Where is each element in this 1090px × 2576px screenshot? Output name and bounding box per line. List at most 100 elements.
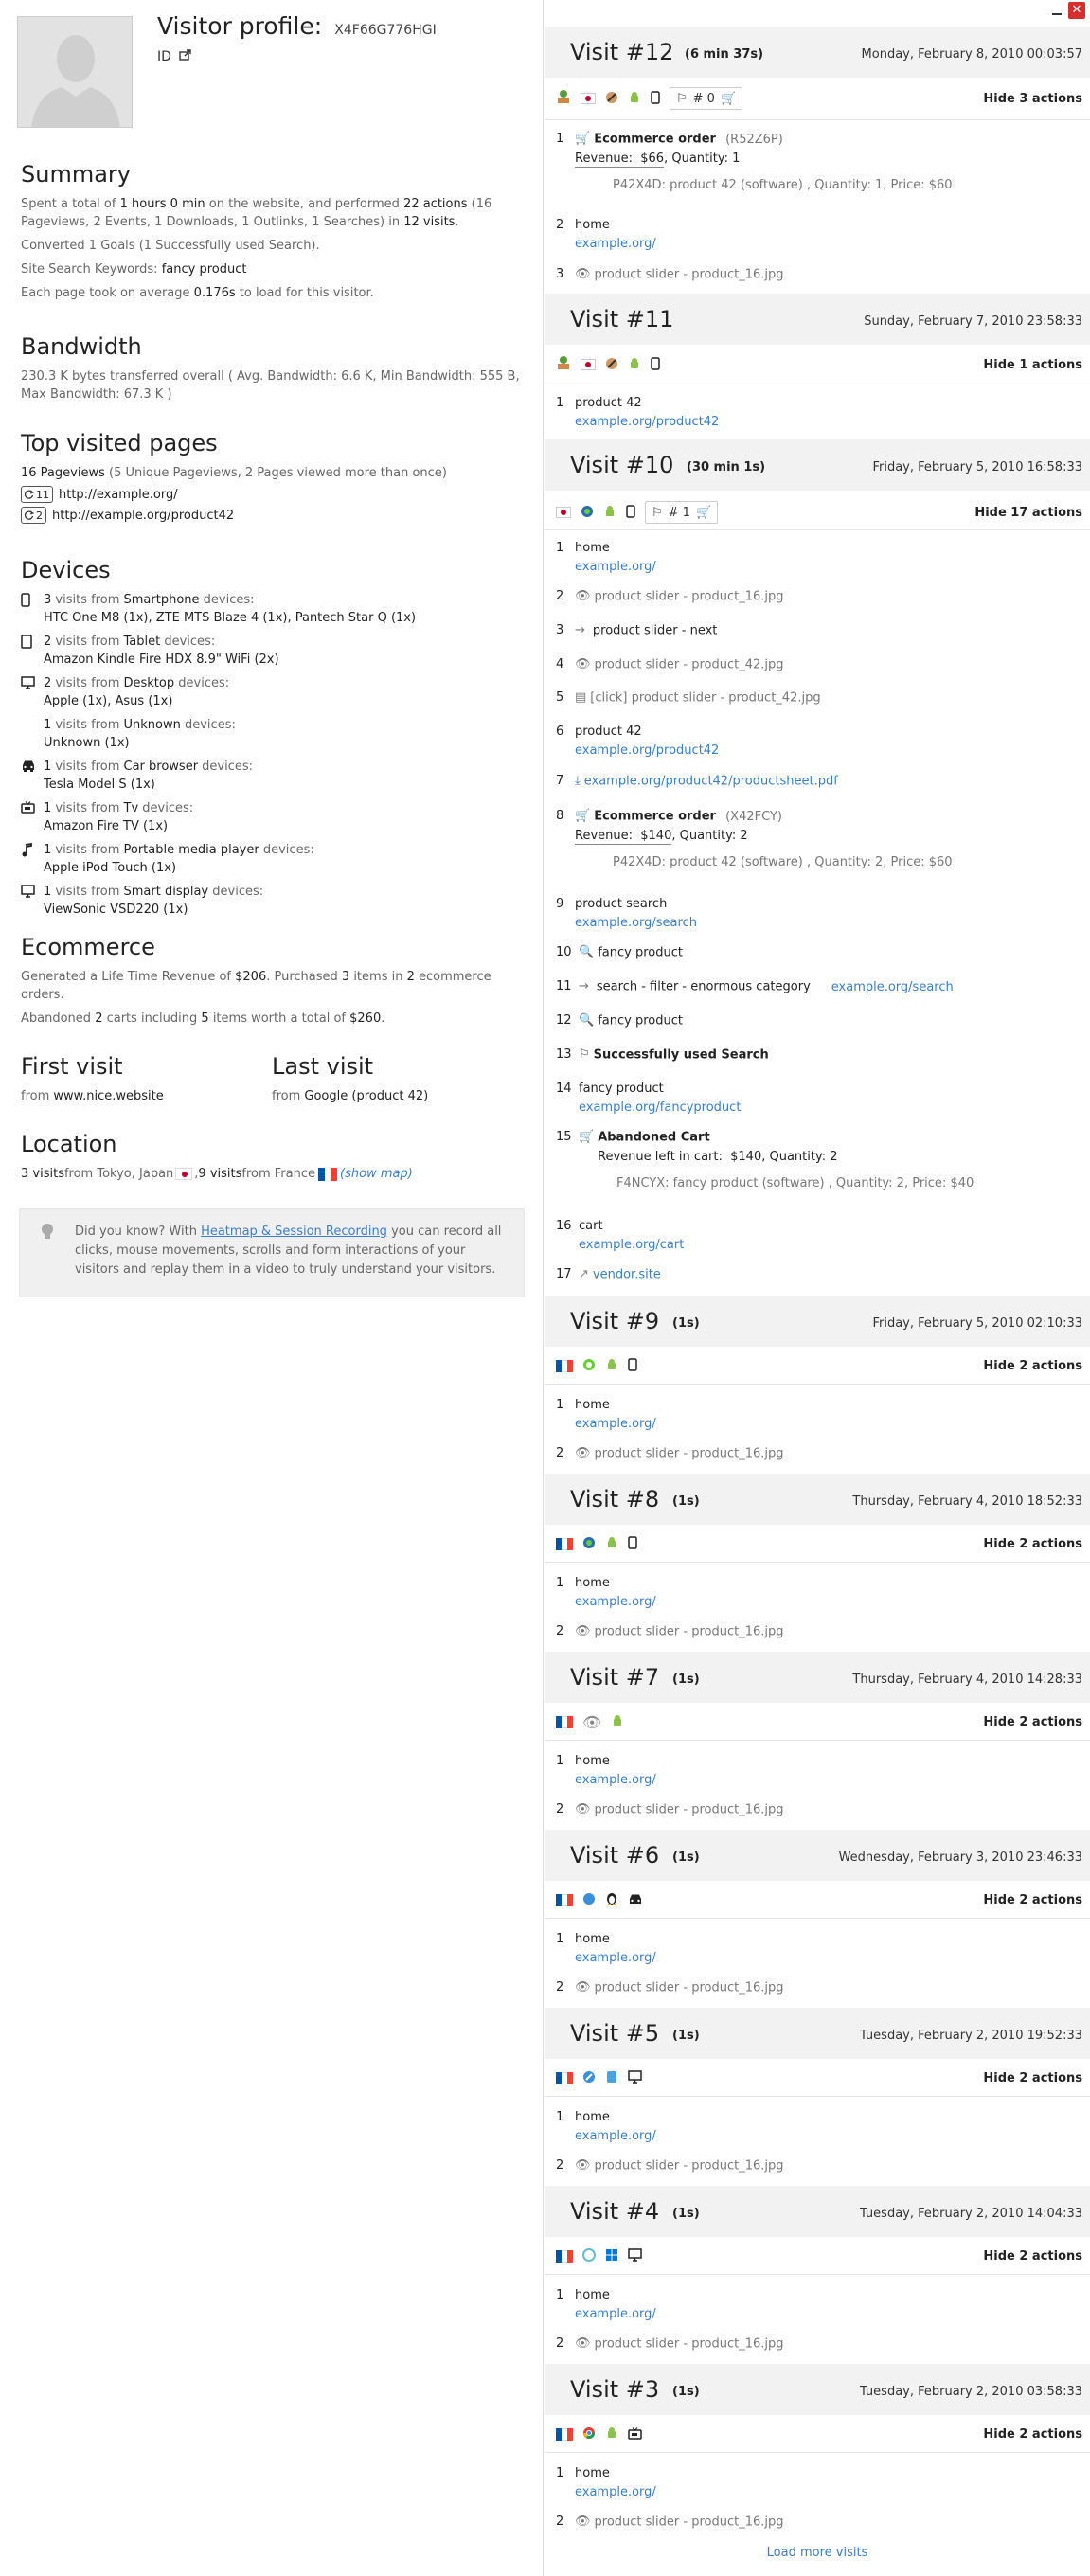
hide-actions-button[interactable]: Hide 1 actions xyxy=(983,358,1082,372)
eye-icon: 👁 xyxy=(575,589,591,603)
goal-badge: ⚐ # 0 🛒 xyxy=(670,87,743,110)
visit-icons-row: Hide 2 actions xyxy=(556,2064,1082,2092)
document-icon: ▤ xyxy=(575,690,587,705)
tv-icon xyxy=(21,799,36,835)
action-item: 1 🛒 Ecommerce order (R52Z6P) Revenue: $66… xyxy=(556,132,953,192)
eye-icon: 👁 xyxy=(575,1980,591,1995)
france-flag-icon xyxy=(556,1715,573,1728)
last-visit-source: Google (product 42) xyxy=(304,1089,429,1103)
visit-header[interactable]: Visit #9 (1s) Friday, February 5, 2010 02:… xyxy=(545,1296,1090,1347)
action-item: 1 home example.org/ xyxy=(556,541,656,574)
smart-display-icon xyxy=(21,883,36,919)
visit-header[interactable]: Visit #5 (1s) Tuesday, February 2, 2010 19… xyxy=(545,2008,1090,2059)
device-row: 1 visits from Tv devices: Amazon Fire TV … xyxy=(21,799,523,835)
windows-icon xyxy=(605,2247,618,2265)
flag-icon: ⚐ xyxy=(652,505,663,520)
visit-header[interactable]: Visit #7 (1s) Thursday, February 4, 2010 1… xyxy=(545,1652,1090,1703)
action-item: 15 🛒 Abandoned Cart Revenue left in cart:… xyxy=(556,1130,974,1190)
show-map-link[interactable]: (show map) xyxy=(340,1165,413,1183)
top-page-row[interactable]: 2 http://example.org/product42 xyxy=(21,507,523,524)
france-flag-icon xyxy=(318,1167,338,1181)
view-count-badge: 2 xyxy=(21,507,46,524)
hide-actions-button[interactable]: Hide 2 actions xyxy=(983,2427,1082,2442)
visit-header[interactable]: Visit #3 (1s) Tuesday, February 2, 2010 03… xyxy=(545,2364,1090,2415)
action-item: 1 home example.org/ xyxy=(556,2288,656,2321)
open-segment-icon[interactable] xyxy=(179,49,192,64)
tip-box: Did you know? With Heatmap & Session Rec… xyxy=(19,1208,525,1297)
first-visit: First visit from www.nice.website xyxy=(21,1053,164,1103)
browser-icon xyxy=(582,2069,596,2087)
player-icon xyxy=(556,355,571,374)
arrow-right-icon: → xyxy=(579,979,589,993)
abandoned-cart-icon: 🛒 xyxy=(579,1130,595,1144)
action-item: 2 👁 product slider - product_16.jpg xyxy=(556,2156,1082,2176)
search-icon: 🔍 xyxy=(579,945,595,959)
action-item: 9 product search example.org/search xyxy=(556,897,697,930)
hide-actions-button[interactable]: Hide 2 actions xyxy=(983,1715,1082,1729)
browser-icon: 👁 xyxy=(582,1712,602,1731)
abandoned-carts-text: Abandoned 2 carts including 5 items wort… xyxy=(21,1011,385,1026)
android-icon xyxy=(628,90,641,108)
hide-actions-button[interactable]: Hide 17 actions xyxy=(974,506,1082,520)
hide-actions-button[interactable]: Hide 2 actions xyxy=(983,2071,1082,2085)
action-item: 11 → search - filter - enormous category ex… xyxy=(556,977,1082,997)
action-item: 3 → product slider - next xyxy=(556,621,1082,641)
heatmap-link[interactable]: Heatmap & Session Recording xyxy=(201,1225,387,1239)
japan-flag-icon xyxy=(175,1168,193,1180)
france-flag-icon xyxy=(556,2071,573,2084)
load-more-visits-link[interactable]: Load more visits xyxy=(545,2546,1090,2560)
eye-icon: 👁 xyxy=(575,1446,591,1460)
ecommerce-order-icon: 🛒 xyxy=(575,132,591,146)
summary-heading: Summary xyxy=(21,161,131,188)
action-item: 2 home example.org/ xyxy=(556,218,656,251)
first-last-visit: First visit from www.nice.website Last v… xyxy=(21,1053,523,1111)
top-pages-heading: Top visited pages xyxy=(21,430,218,456)
desktop-icon xyxy=(628,2247,642,2265)
france-flag-icon xyxy=(556,1359,573,1372)
action-item: 1 home example.org/ xyxy=(556,2110,656,2143)
visit-header[interactable]: Visit #10 (30 min 1s) Friday, February 5, … xyxy=(545,439,1090,491)
bandwidth-text: 230.3 K bytes transferred overall ( Avg.… xyxy=(21,369,520,402)
visit-header[interactable]: Visit #11 Sunday, February 7, 2010 23:58:… xyxy=(545,294,1090,345)
visit-icons-row: Hide 2 actions xyxy=(556,1530,1082,1558)
top-page-row[interactable]: 11 http://example.org/ xyxy=(21,486,523,503)
android-icon xyxy=(605,2425,618,2443)
hide-actions-button[interactable]: Hide 2 actions xyxy=(983,2249,1082,2263)
visit-header[interactable]: Visit #8 (1s) Thursday, February 4, 2010 1… xyxy=(545,1474,1090,1525)
browser-icon xyxy=(605,90,618,108)
france-flag-icon xyxy=(556,1893,573,1906)
smartphone-icon xyxy=(628,1357,637,1375)
android-icon xyxy=(605,1535,618,1553)
action-url[interactable]: example.org/ xyxy=(575,237,656,251)
page-title: Visitor profile: xyxy=(157,12,323,40)
revenue-text: Generated a Life Time Revenue of $206. P… xyxy=(21,970,491,1002)
action-item: 5 ▤ [click] product slider - product_42.jp… xyxy=(556,689,1082,708)
action-item: 17 ↗ vendor.site xyxy=(556,1265,1082,1285)
top-page-url: http://example.org/ xyxy=(59,487,178,502)
smartphone-icon xyxy=(651,356,660,374)
eye-icon: 👁 xyxy=(575,267,591,281)
action-item: 2 👁 product slider - product_16.jpg xyxy=(556,1978,1082,1998)
visit-header[interactable]: Visit #4 (1s) Tuesday, February 2, 2010 14… xyxy=(545,2186,1090,2237)
japan-flag-icon xyxy=(581,93,596,104)
action-item: 1 home example.org/ xyxy=(556,1754,656,1787)
ecommerce-section: Ecommerce Generated a Life Time Revenue … xyxy=(21,934,523,1033)
hide-actions-button[interactable]: Hide 3 actions xyxy=(983,92,1082,106)
hide-actions-button[interactable]: Hide 2 actions xyxy=(983,1893,1082,1907)
visit-header[interactable]: Visit #12 (6 min 37s) Monday, February 8, … xyxy=(545,27,1090,78)
top-page-url: http://example.org/product42 xyxy=(52,508,235,523)
hide-actions-button[interactable]: Hide 2 actions xyxy=(983,1537,1082,1551)
visit-header[interactable]: Visit #6 (1s) Wednesday, February 3, 2010 … xyxy=(545,1830,1090,1881)
refresh-icon xyxy=(25,490,34,499)
action-item: 10 🔍 fancy product xyxy=(556,943,1082,963)
summary-section: Summary Spent a total of 1 hours 0 min o… xyxy=(21,161,523,308)
cart-icon: 🛒 xyxy=(720,91,737,106)
chrome-icon xyxy=(582,2425,596,2443)
bandwidth-section: Bandwidth 230.3 K bytes transferred over… xyxy=(21,333,523,409)
visit-icons-row: Hide 2 actions xyxy=(556,2420,1082,2448)
tv-icon xyxy=(628,2425,642,2443)
search-keywords: Site Search Keywords: fancy product xyxy=(21,262,247,277)
hide-actions-button[interactable]: Hide 2 actions xyxy=(983,1359,1082,1373)
action-item: 1 home example.org/ xyxy=(556,1398,656,1431)
search-icon: 🔍 xyxy=(579,1013,595,1028)
